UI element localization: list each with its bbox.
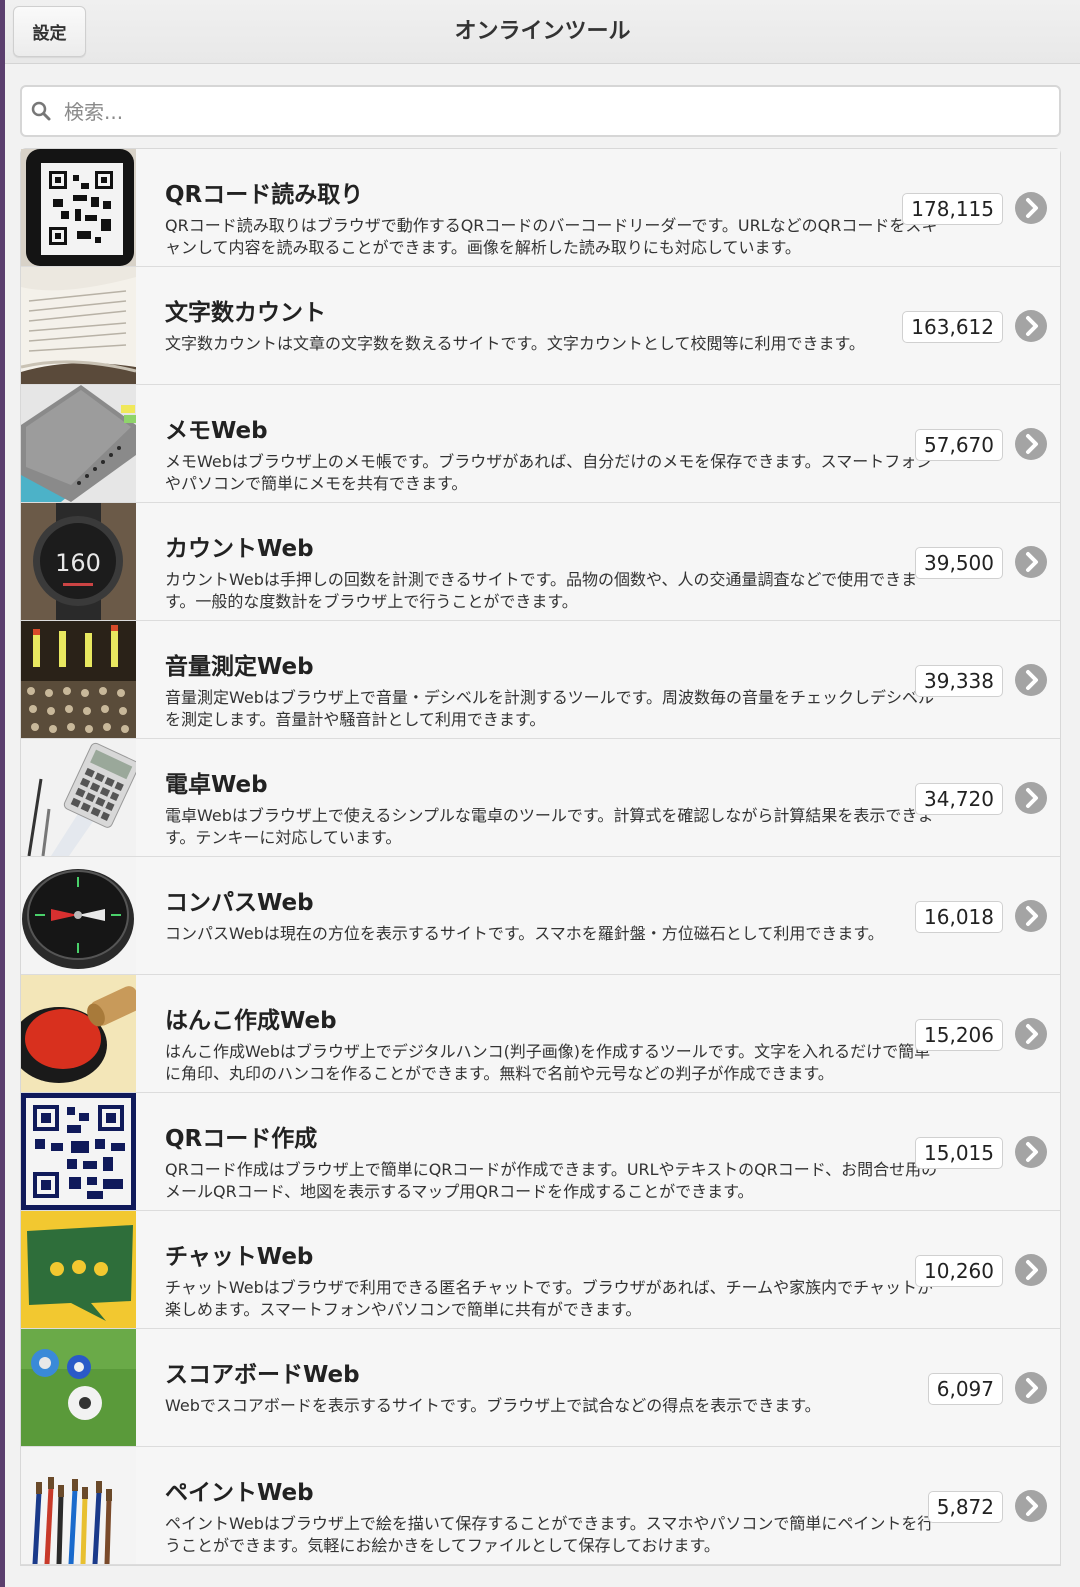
- tool-description: 音量測定Webはブラウザ上で音量・デシベルを計測するツールです。周波数毎の音量を…: [165, 688, 934, 729]
- tool-title: ペイントWeb: [165, 1480, 314, 1506]
- chevron-right-icon[interactable]: [1015, 546, 1047, 578]
- open-book-thumbnail: [21, 267, 136, 384]
- usage-count-badge: 10,260: [915, 1255, 1003, 1287]
- stamp-thumbnail: [21, 975, 136, 1092]
- list-item[interactable]: コンパスWeb コンパスWebは現在の方位を表示するサイトです。スマホを羅針盤・…: [21, 857, 1060, 975]
- chevron-right-icon[interactable]: [1015, 1254, 1047, 1286]
- chevron-right-icon[interactable]: [1015, 310, 1047, 342]
- usage-count-badge: 5,872: [927, 1491, 1003, 1523]
- paint-brushes-thumbnail: [21, 1447, 136, 1564]
- list-item[interactable]: スコアボードWeb Webでスコアボードを表示するサイトです。ブラウザ上で試合な…: [21, 1329, 1060, 1447]
- tool-description: QRコード作成はブラウザ上で簡単にQRコードが作成できます。URLやテキストのQ…: [165, 1160, 938, 1201]
- tool-title: QRコード読み取り: [165, 182, 364, 208]
- chevron-right-icon[interactable]: [1015, 1490, 1047, 1522]
- list-item[interactable]: はんこ作成Web はんこ作成Webはブラウザ上でデジタルハンコ(判子画像)を作成…: [21, 975, 1060, 1093]
- tool-title: スコアボードWeb: [165, 1362, 360, 1388]
- page-title: オンラインツール: [454, 19, 631, 44]
- calculator-thumbnail: [21, 739, 136, 856]
- search-bar[interactable]: [20, 85, 1061, 137]
- tool-list: QRコード読み取り QRコード読み取りはブラウザで動作するQRコードのバーコード…: [20, 148, 1061, 1566]
- chevron-right-icon[interactable]: [1015, 1018, 1047, 1050]
- tool-title: チャットWeb: [165, 1244, 314, 1270]
- usage-count-badge: 57,670: [915, 429, 1003, 461]
- tool-description: カウントWebは手押しの回数を計測できるサイトです。品物の個数や、人の交通量調査…: [165, 570, 918, 611]
- tool-title: コンパスWeb: [165, 890, 314, 916]
- qr-phone-thumbnail: [21, 149, 136, 266]
- mixer-thumbnail: [21, 621, 136, 738]
- usage-count-badge: 16,018: [915, 901, 1003, 933]
- compass-thumbnail: [21, 857, 136, 974]
- chevron-right-icon[interactable]: [1015, 1372, 1047, 1404]
- usage-count-badge: 39,338: [915, 665, 1003, 697]
- usage-count-badge: 15,015: [915, 1137, 1003, 1169]
- app-screen: 設定 オンラインツール 検索... QRコード読み取り QRコード読み取りはブラ…: [5, 0, 1080, 1587]
- tool-title: メモWeb: [165, 418, 268, 444]
- chevron-right-icon[interactable]: [1015, 1136, 1047, 1168]
- tool-description: 文字数カウントは文章の文字数を数えるサイトです。文字カウントとして校閲等に利用で…: [165, 334, 865, 353]
- tool-title: 電卓Web: [165, 772, 268, 798]
- tool-description: ペイントWebはブラウザ上で絵を描いて保存することができます。スマホやパソコンで…: [165, 1514, 934, 1555]
- watch-display-text: 160: [55, 549, 101, 577]
- tool-description: QRコード読み取りはブラウザで動作するQRコードのバーコードリーダーです。URL…: [165, 216, 938, 257]
- watch-counter-thumbnail: 160: [21, 503, 136, 620]
- list-item[interactable]: 文字数カウント 文字数カウントは文章の文字数を数えるサイトです。文字カウントとし…: [21, 267, 1060, 385]
- chevron-right-icon[interactable]: [1015, 192, 1047, 224]
- list-item[interactable]: QRコード作成 QRコード作成はブラウザ上で簡単にQRコードが作成できます。UR…: [21, 1093, 1060, 1211]
- usage-count-badge: 6,097: [927, 1373, 1003, 1405]
- tool-description: メモWebはブラウザ上のメモ帳です。ブラウザがあれば、自分だけのメモを保存できま…: [165, 452, 933, 493]
- navigation-bar: 設定 オンラインツール: [5, 0, 1080, 64]
- qr-code-thumbnail: [21, 1093, 136, 1210]
- tool-title: はんこ作成Web: [165, 1008, 337, 1034]
- chevron-right-icon[interactable]: [1015, 428, 1047, 460]
- list-item[interactable]: QRコード読み取り QRコード読み取りはブラウザで動作するQRコードのバーコード…: [21, 149, 1060, 267]
- chevron-right-icon[interactable]: [1015, 664, 1047, 696]
- tool-description: コンパスWebは現在の方位を表示するサイトです。スマホを羅針盤・方位磁石として利…: [165, 924, 884, 943]
- tool-title: 文字数カウント: [165, 300, 326, 326]
- tool-description: はんこ作成Webはブラウザ上でデジタルハンコ(判子画像)を作成するツールです。文…: [165, 1042, 931, 1083]
- list-item[interactable]: 160 カウントWeb カウントWebは手押しの回数を計測できるサイトです。品物…: [21, 503, 1060, 621]
- notebook-thumbnail: [21, 385, 136, 502]
- list-item[interactable]: 音量測定Web 音量測定Webはブラウザ上で音量・デシベルを計測するツールです。…: [21, 621, 1060, 739]
- usage-count-badge: 34,720: [915, 783, 1003, 815]
- list-item[interactable]: メモWeb メモWebはブラウザ上のメモ帳です。ブラウザがあれば、自分だけのメモ…: [21, 385, 1060, 503]
- list-item[interactable]: 電卓Web 電卓Webはブラウザ上で使えるシンプルな電卓のツールです。計算式を確…: [21, 739, 1060, 857]
- tool-title: QRコード作成: [165, 1126, 318, 1152]
- search-icon: [31, 101, 51, 121]
- search-input[interactable]: [62, 87, 1046, 137]
- tool-title: 音量測定Web: [165, 654, 314, 680]
- chevron-right-icon[interactable]: [1015, 782, 1047, 814]
- chevron-right-icon[interactable]: [1015, 900, 1047, 932]
- tool-title: カウントWeb: [165, 536, 314, 562]
- chat-bubble-thumbnail: [21, 1211, 136, 1328]
- usage-count-badge: 15,206: [915, 1019, 1003, 1051]
- usage-count-badge: 39,500: [915, 547, 1003, 579]
- tool-description: チャットWebはブラウザで利用できる匿名チャットです。ブラウザがあれば、チームや…: [165, 1278, 934, 1319]
- usage-count-badge: 163,612: [902, 311, 1003, 343]
- tool-description: Webでスコアボードを表示するサイトです。ブラウザ上で試合などの得点を表示できま…: [165, 1396, 821, 1415]
- list-item[interactable]: チャットWeb チャットWebはブラウザで利用できる匿名チャットです。ブラウザが…: [21, 1211, 1060, 1329]
- tool-description: 電卓Webはブラウザ上で使えるシンプルな電卓のツールです。計算式を確認しながら計…: [165, 806, 934, 847]
- list-item[interactable]: ペイントWeb ペイントWebはブラウザ上で絵を描いて保存することができます。ス…: [21, 1447, 1060, 1565]
- usage-count-badge: 178,115: [902, 193, 1003, 225]
- balls-on-grass-thumbnail: [21, 1329, 136, 1446]
